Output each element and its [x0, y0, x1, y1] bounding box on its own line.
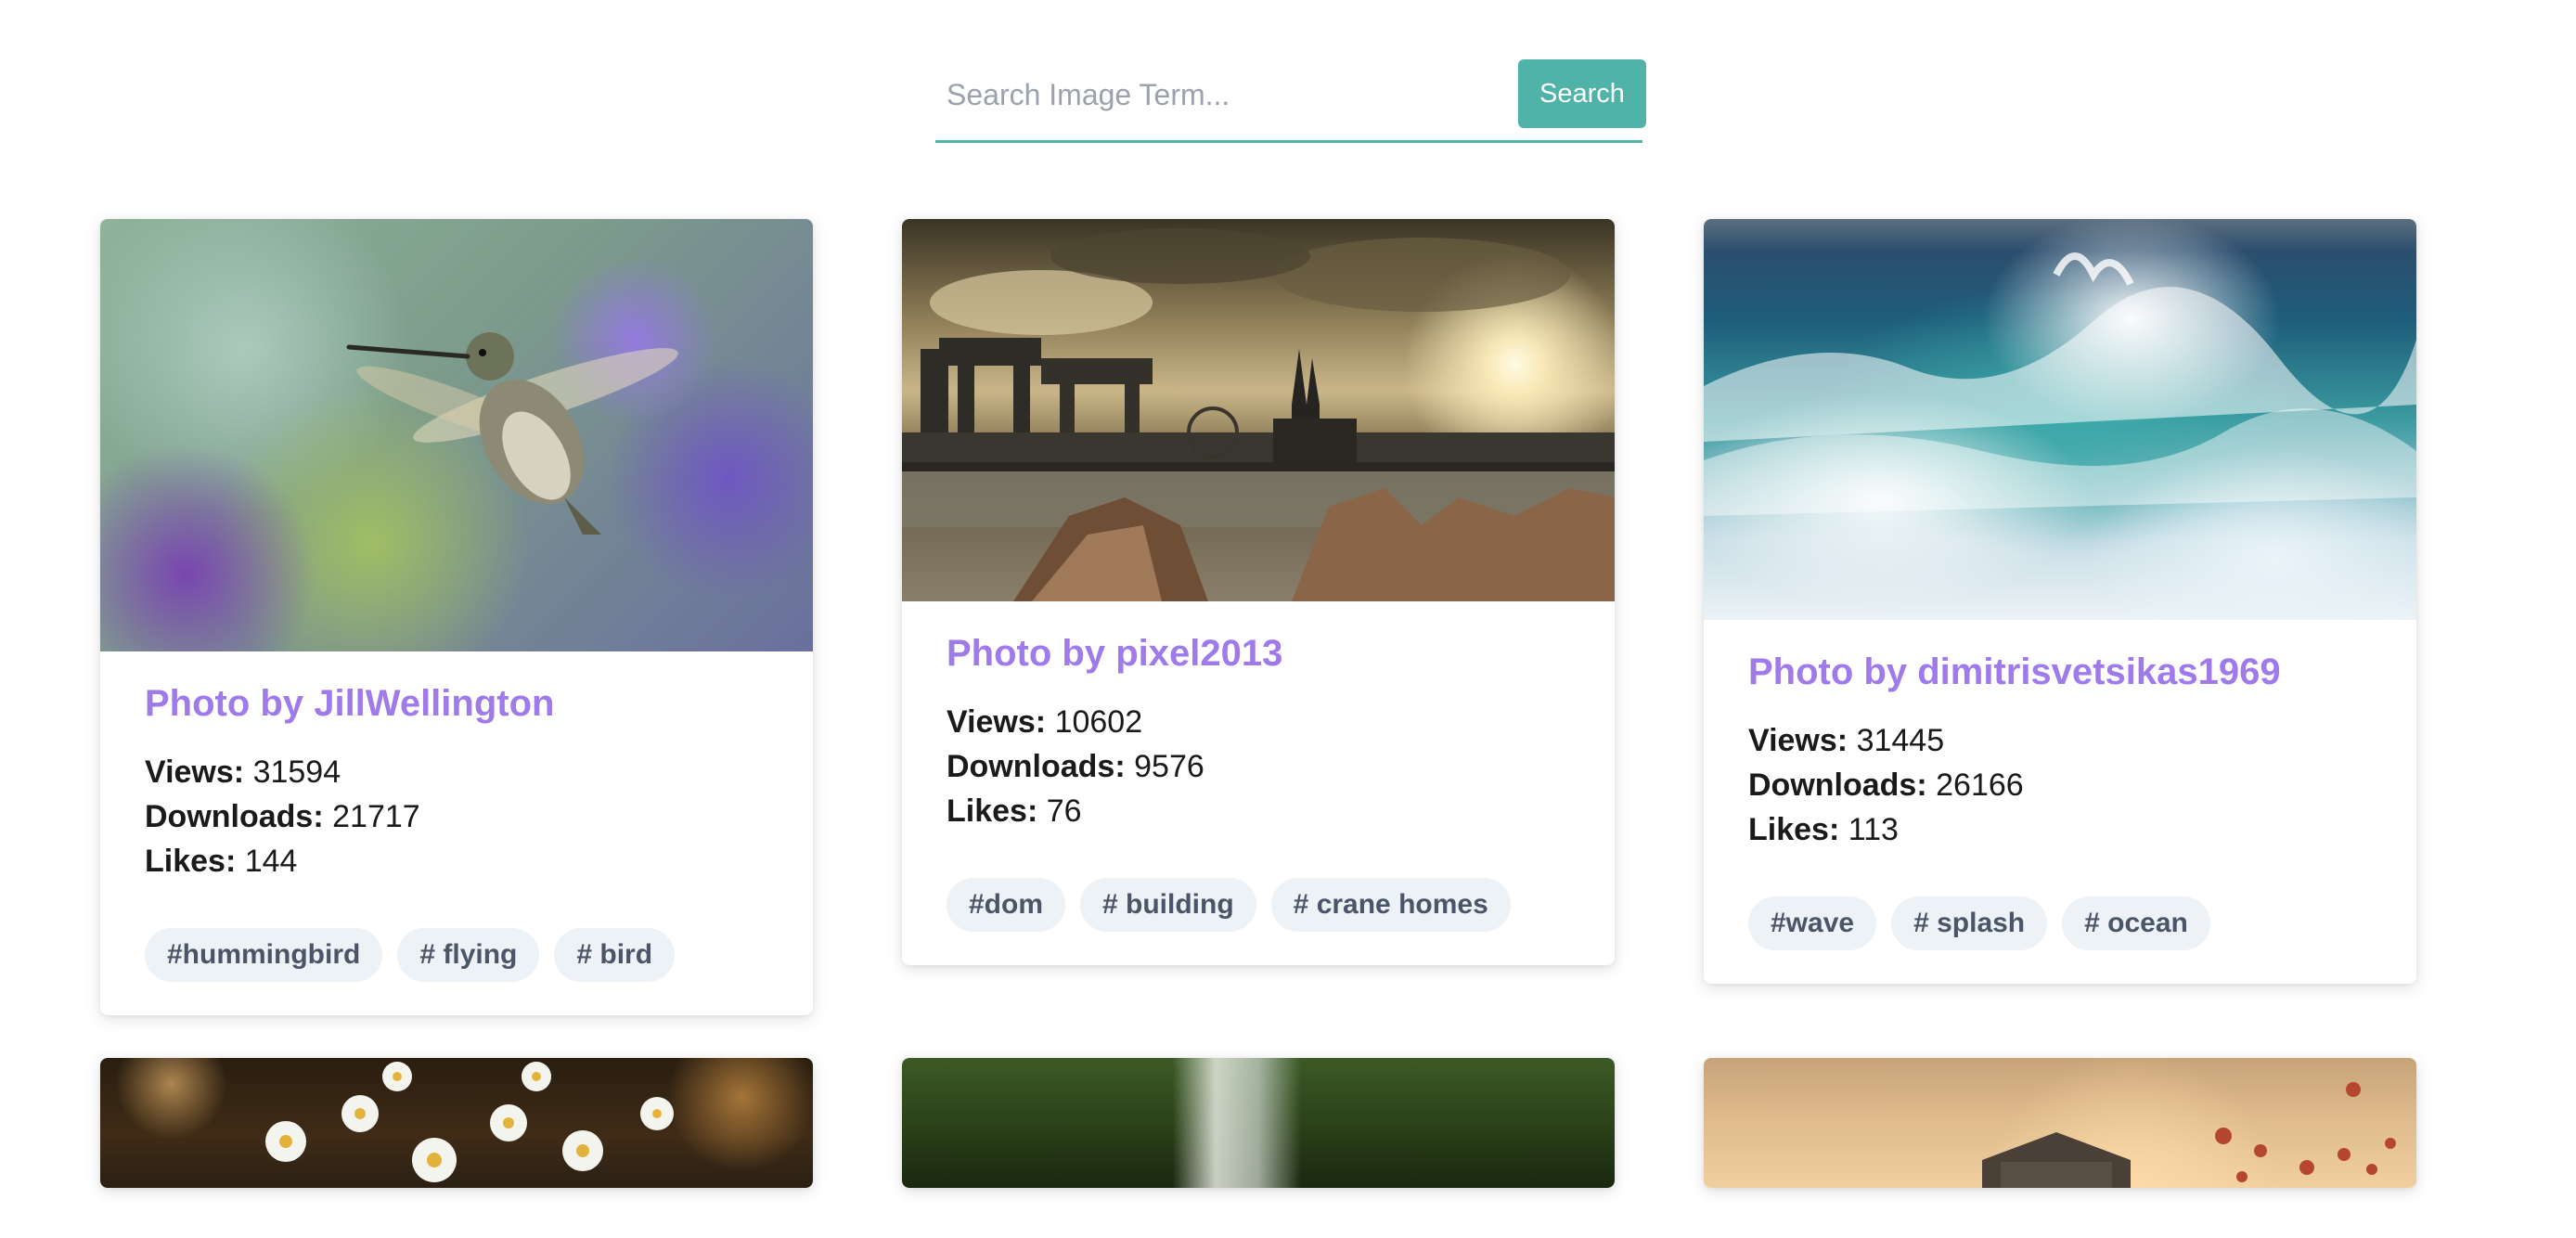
- likes-label: Likes:: [145, 844, 237, 879]
- image-card: Photo by JillWellington Views: 31594 Dow…: [100, 219, 813, 1015]
- views-label: Views:: [145, 754, 245, 790]
- downloads-value: 26166: [1936, 767, 2024, 803]
- views-label: Views:: [1748, 723, 1848, 758]
- tag-chip[interactable]: # ocean: [2062, 896, 2210, 950]
- likes-value: 113: [1848, 812, 1899, 847]
- downloads-value: 21717: [332, 799, 420, 834]
- balloons-illustration: [1982, 1082, 2396, 1188]
- daisies-illustration: [265, 1062, 674, 1182]
- downloads-value: 9576: [1134, 749, 1204, 784]
- hummingbird-illustration: [346, 332, 678, 535]
- image-card: [100, 1058, 813, 1188]
- likes-value: 144: [244, 844, 298, 879]
- downloads-label: Downloads:: [145, 799, 324, 834]
- tag-chip[interactable]: # flying: [397, 928, 540, 982]
- views-value: 10602: [1054, 704, 1143, 740]
- tag-list: #hummingbird # flying # bird: [100, 883, 813, 1015]
- likes-label: Likes:: [1748, 812, 1840, 847]
- image-card: [902, 1058, 1615, 1188]
- likes-stat: Likes: 113: [1748, 807, 2372, 852]
- photo-title: Photo by JillWellington: [145, 683, 555, 724]
- wave-illustration: [1704, 252, 2416, 516]
- likes-stat: Likes: 144: [145, 839, 768, 883]
- tag-list: #wave # splash # ocean: [1704, 852, 2416, 984]
- card-image-waterfall: [902, 1058, 1615, 1188]
- card-image-daisies: [100, 1058, 813, 1188]
- downloads-label: Downloads:: [1748, 767, 1927, 803]
- views-stat: Views: 31445: [1748, 718, 2372, 763]
- cologne-skyline-illustration: [902, 228, 1615, 601]
- views-value: 31445: [1856, 723, 1945, 758]
- tag-chip[interactable]: # bird: [554, 928, 676, 982]
- likes-label: Likes:: [947, 793, 1038, 829]
- tag-chip[interactable]: #dom: [947, 878, 1066, 932]
- downloads-stat: Downloads: 21717: [145, 794, 768, 839]
- image-card: Photo by dimitrisvetsikas1969 Views: 314…: [1704, 219, 2416, 984]
- card-image-cologne-skyline: [902, 219, 1615, 601]
- views-value: 31594: [252, 754, 341, 790]
- tag-chip[interactable]: #hummingbird: [145, 928, 383, 982]
- tag-chip[interactable]: # crane homes: [1270, 878, 1511, 932]
- image-card: [1704, 1058, 2416, 1188]
- card-image-hot-air-balloons: [1704, 1058, 2416, 1188]
- image-card: Photo by pixel2013 Views: 10602 Download…: [902, 219, 1615, 965]
- downloads-stat: Downloads: 9576: [947, 744, 1570, 789]
- likes-stat: Likes: 76: [947, 789, 1570, 833]
- photo-title: Photo by pixel2013: [947, 633, 1283, 674]
- search-button[interactable]: Search: [1518, 59, 1646, 128]
- photo-title: Photo by dimitrisvetsikas1969: [1748, 651, 2281, 692]
- tag-chip[interactable]: #wave: [1748, 896, 1877, 950]
- likes-value: 76: [1046, 793, 1082, 829]
- image-gallery-page: Search Photo by JillWellington Views: 31…: [0, 0, 2576, 1238]
- tag-chip[interactable]: # building: [1080, 878, 1256, 932]
- card-body: Photo by dimitrisvetsikas1969 Views: 314…: [1704, 620, 2416, 852]
- card-body: Photo by pixel2013 Views: 10602 Download…: [902, 601, 1615, 833]
- views-label: Views:: [947, 704, 1047, 740]
- views-stat: Views: 10602: [947, 700, 1570, 744]
- tag-chip[interactable]: # splash: [1891, 896, 2048, 950]
- downloads-stat: Downloads: 26166: [1748, 763, 2372, 807]
- tag-list: #dom # building # crane homes: [902, 833, 1615, 965]
- card-image-hummingbird: [100, 219, 813, 651]
- downloads-label: Downloads:: [947, 749, 1126, 784]
- card-image-ocean-wave: [1704, 219, 2416, 620]
- views-stat: Views: 31594: [145, 750, 768, 794]
- card-body: Photo by JillWellington Views: 31594 Dow…: [100, 651, 813, 883]
- search-form: Search: [935, 58, 1646, 143]
